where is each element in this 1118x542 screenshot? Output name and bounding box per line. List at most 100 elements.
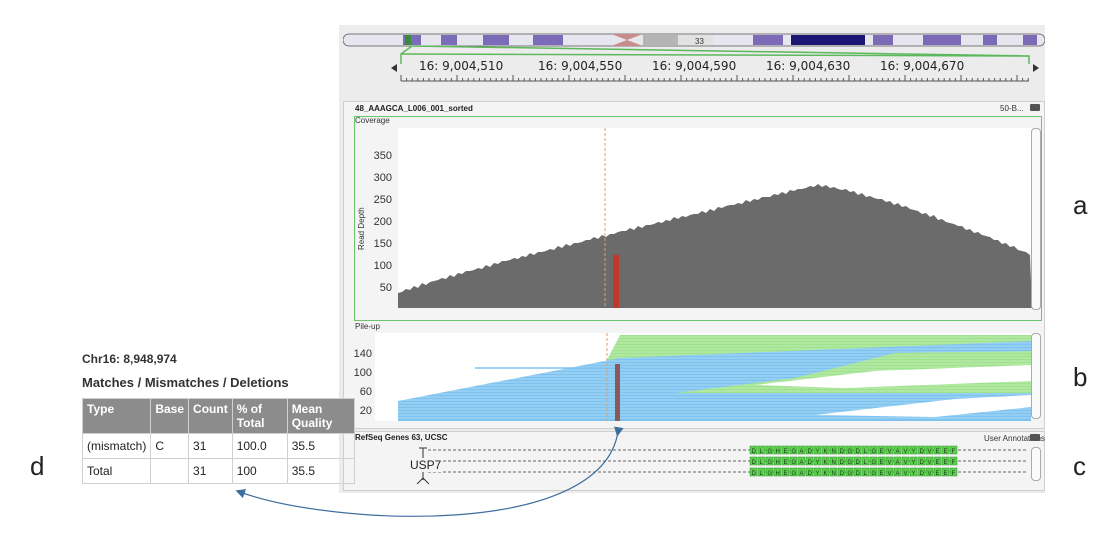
amino-acid-letter: D bbox=[856, 471, 861, 477]
pileup-ytick: 140 bbox=[353, 348, 372, 360]
amino-acid-letter: G bbox=[848, 449, 853, 455]
amino-acid-letter: G bbox=[768, 471, 773, 477]
amino-acid-letter: G bbox=[768, 460, 773, 466]
amino-acid-letter: V bbox=[928, 460, 932, 466]
amino-acid-letter: A bbox=[896, 471, 900, 477]
column-header: Count bbox=[188, 398, 233, 434]
folder-icon[interactable] bbox=[1030, 104, 1040, 111]
folder-icon[interactable] bbox=[1030, 434, 1040, 441]
amino-acid-letter: E bbox=[944, 449, 948, 455]
amino-acid-letter: E bbox=[784, 471, 788, 477]
amino-acid-letter: E bbox=[936, 449, 940, 455]
amino-acid-letter: N bbox=[832, 449, 836, 455]
amino-acid-letter: H bbox=[776, 460, 780, 466]
amino-acid-letter: Y bbox=[912, 471, 916, 477]
amino-acid-letter: E bbox=[784, 460, 788, 466]
amino-acid-letter: Y bbox=[816, 449, 820, 455]
amino-acid-letter: K bbox=[824, 471, 828, 477]
amino-acid-letter: G bbox=[792, 460, 797, 466]
amino-acid-letter: V bbox=[888, 460, 892, 466]
amino-acid-letter: D bbox=[752, 449, 757, 455]
pileup-ytick: 100 bbox=[353, 367, 372, 379]
amino-acid-letter: E bbox=[944, 471, 948, 477]
amino-acid-letter: G bbox=[792, 471, 797, 477]
amino-acid-letter: V bbox=[928, 449, 932, 455]
table-cell: Total bbox=[81, 458, 152, 484]
pileup-ytick: 60 bbox=[359, 386, 372, 398]
gene-transcripts: D L G H E G A D Y K N D G D L G E V A V Y D V E E FD L G H E G A D Y K N D G D… bbox=[416, 445, 1028, 484]
amino-acid-letter: A bbox=[800, 449, 804, 455]
table-cell: (mismatch) bbox=[81, 433, 152, 459]
figure-label-d: d bbox=[30, 451, 45, 481]
table-cell bbox=[150, 458, 190, 484]
amino-acid-letter: D bbox=[856, 460, 861, 466]
amino-acid-letter: K bbox=[824, 449, 828, 455]
ruler-label-2: 16: 9,004,550 bbox=[538, 59, 623, 73]
table-cell: C bbox=[150, 433, 190, 459]
amino-acid-letter: A bbox=[896, 460, 900, 466]
amino-acid-letter: H bbox=[776, 449, 780, 455]
table-cell: 31 bbox=[188, 458, 233, 484]
amino-acid-letter: D bbox=[808, 449, 813, 455]
amino-acid-letter: G bbox=[768, 449, 773, 455]
coverage-ytick: 350 bbox=[373, 150, 392, 162]
amino-acid-letter: D bbox=[752, 460, 757, 466]
amino-acid-letter: D bbox=[840, 471, 845, 477]
amino-acid-letter: F bbox=[952, 471, 956, 477]
amino-acid-letter: E bbox=[880, 471, 884, 477]
column-header: Type bbox=[81, 398, 152, 434]
table-cell: 31 bbox=[188, 433, 233, 459]
amino-acid-letter: D bbox=[920, 460, 925, 466]
figure-label-c: c bbox=[1073, 451, 1086, 481]
amino-acid-letter: D bbox=[920, 471, 925, 477]
mismatch-coverage-bar bbox=[613, 255, 619, 308]
amino-acid-letter: G bbox=[872, 471, 877, 477]
amino-acid-letter: G bbox=[848, 460, 853, 466]
amino-acid-letter: Y bbox=[912, 449, 916, 455]
genes-scrollbar[interactable] bbox=[1031, 447, 1041, 481]
table-row: (mismatch) C 31 100.0 35.5 bbox=[81, 433, 355, 459]
ruler-label-1: 16: 9,004,510 bbox=[419, 59, 504, 73]
pileup-plot bbox=[375, 333, 1031, 421]
amino-acid-letter: D bbox=[856, 449, 861, 455]
amino-acid-letter: V bbox=[888, 471, 892, 477]
figure-label-a: a bbox=[1073, 190, 1088, 220]
table-cell: 35.5 bbox=[286, 458, 355, 484]
genes-track-title: RefSeq Genes 63, UCSC bbox=[355, 433, 448, 442]
amino-acid-letter: E bbox=[880, 449, 884, 455]
amino-acid-letter: Y bbox=[816, 471, 820, 477]
amino-acid-letter: K bbox=[824, 460, 828, 466]
coverage-plot bbox=[398, 128, 1032, 308]
coverage-ytick: 50 bbox=[379, 282, 392, 294]
figure-label-b: b bbox=[1073, 362, 1088, 392]
amino-acid-letter: F bbox=[952, 449, 956, 455]
amino-acid-letter: E bbox=[936, 460, 940, 466]
amino-acid-letter: Y bbox=[912, 460, 916, 466]
amino-acid-letter: G bbox=[848, 471, 853, 477]
amino-acid-letter: V bbox=[928, 471, 932, 477]
amino-acid-letter: G bbox=[872, 460, 877, 466]
counts-heading: Matches / Mismatches / Deletions bbox=[82, 375, 289, 390]
coverage-ytick: 300 bbox=[373, 172, 392, 184]
coverage-scrollbar[interactable] bbox=[1031, 128, 1041, 310]
table-cell: 35.5 bbox=[286, 433, 355, 459]
amino-acid-letter: Y bbox=[816, 460, 820, 466]
amino-acid-letter: D bbox=[808, 460, 813, 466]
amino-acid-letter: H bbox=[776, 471, 780, 477]
amino-acid-letter: D bbox=[840, 449, 845, 455]
ruler-label-5: 16: 9,004,670 bbox=[880, 59, 965, 73]
amino-acid-letter: A bbox=[800, 460, 804, 466]
position-label: Chr16: 8,948,974 bbox=[82, 352, 177, 366]
pileup-scrollbar[interactable] bbox=[1031, 333, 1041, 419]
amino-acid-letter: E bbox=[880, 460, 884, 466]
table-row: Total 31 100 35.5 bbox=[81, 458, 355, 484]
amino-acid-letter: D bbox=[808, 471, 813, 477]
amino-acid-letter: N bbox=[832, 460, 836, 466]
amino-acid-letter: F bbox=[952, 460, 956, 466]
amino-acid-letter: G bbox=[872, 449, 877, 455]
alignment-track-title: 48_AAAGCA_L006_001_sorted bbox=[355, 104, 473, 113]
amino-acid-letter: N bbox=[832, 471, 836, 477]
amino-acid-letter: D bbox=[920, 449, 925, 455]
column-header: Mean Quality bbox=[286, 398, 355, 434]
amino-acid-letter: V bbox=[904, 460, 908, 466]
